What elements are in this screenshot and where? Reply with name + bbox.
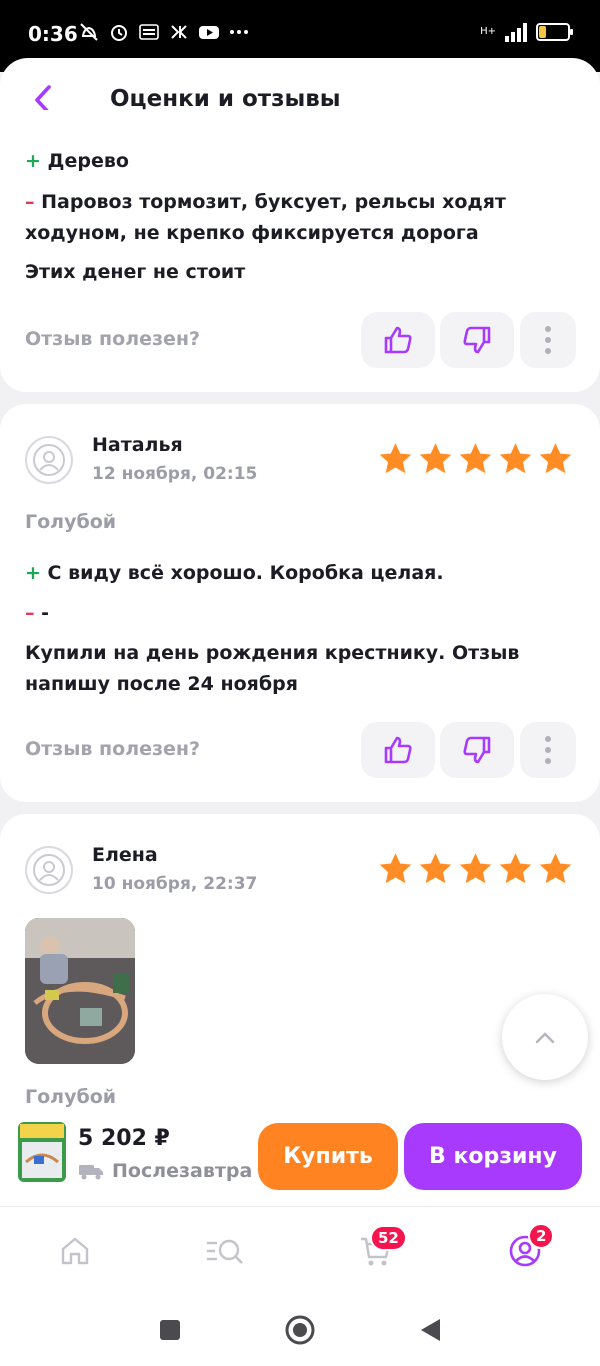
more-vertical-icon xyxy=(545,736,551,764)
yandex-icon xyxy=(171,25,187,39)
review-author: Елена xyxy=(92,844,158,866)
battery-icon: 24 xyxy=(536,23,573,41)
avatar xyxy=(25,436,73,484)
review-card: Наталья 12 ноября, 02:15 Голубой + С вид… xyxy=(0,404,600,802)
review-comment: Купили на день рождения крестнику. Отзыв xyxy=(25,642,520,664)
minus-sign: – xyxy=(25,191,35,213)
review-variant: Голубой xyxy=(25,511,117,533)
more-button[interactable] xyxy=(520,312,576,368)
circle-icon xyxy=(285,1315,315,1345)
like-button[interactable] xyxy=(361,312,435,368)
scroll-top-button[interactable] xyxy=(502,994,588,1080)
network-type: H+ xyxy=(480,26,496,37)
like-button[interactable] xyxy=(361,722,435,778)
nav-catalog[interactable] xyxy=(205,1231,245,1271)
muted-notification-icon xyxy=(80,23,98,41)
review-minus-cont: ходуном, не крепко фиксируется дорога xyxy=(25,222,479,244)
home-system-button[interactable] xyxy=(282,1312,318,1348)
buy-bar: 5 202 ₽ Послезавтра Купить В корзину xyxy=(0,1110,600,1206)
system-nav xyxy=(0,1296,600,1366)
status-icons xyxy=(78,21,250,43)
star-icon xyxy=(379,853,412,884)
review-card: Елена 10 ноября, 22:37 Голубой xyxy=(0,814,600,1134)
delivery-text: Послезавтра xyxy=(112,1160,253,1182)
dislike-button[interactable] xyxy=(440,312,514,368)
product-thumbnail[interactable] xyxy=(18,1122,66,1182)
minus-sign: – xyxy=(25,602,35,624)
app-mir-icon xyxy=(139,24,159,40)
star-icon xyxy=(539,443,572,474)
back-system-button[interactable] xyxy=(412,1312,448,1348)
user-icon xyxy=(33,854,65,886)
helpful-label: Отзыв полезен? xyxy=(25,328,201,350)
cart-badge: 52 xyxy=(370,1225,407,1251)
thumbs-up-icon xyxy=(384,326,412,354)
minus-text: Паровоз тормозит, буксует, рельсы ходят xyxy=(41,191,506,213)
review-plus: + С виду всё хорошо. Коробка целая. xyxy=(25,558,575,589)
delivery-info: Послезавтра xyxy=(78,1160,252,1182)
buy-button[interactable]: Купить xyxy=(258,1123,398,1190)
chevron-up-icon xyxy=(535,1032,555,1044)
star-icon xyxy=(499,853,532,884)
review-date: 10 ноября, 22:37 xyxy=(92,874,258,894)
plus-sign: + xyxy=(25,150,41,172)
profile-badge: 2 xyxy=(528,1223,555,1249)
star-icon xyxy=(379,443,412,474)
plus-sign: + xyxy=(25,562,41,584)
add-to-cart-button[interactable]: В корзину xyxy=(404,1123,582,1190)
battery-level: 24 xyxy=(545,25,561,39)
status-time: 0:36 xyxy=(28,22,78,46)
helpful-label: Отзыв полезен? xyxy=(25,738,201,760)
review-comment: Этих денег не стоит xyxy=(25,261,246,283)
star-icon xyxy=(539,853,572,884)
review-minus: – - xyxy=(25,598,575,629)
product-thumbnail-image xyxy=(18,1122,66,1182)
star-icon xyxy=(419,443,452,474)
page-title: Оценки и отзывы xyxy=(110,86,341,112)
product-price: 5 202 ₽ xyxy=(78,1126,170,1151)
youtube-icon xyxy=(199,26,219,39)
review-photo[interactable] xyxy=(25,918,135,1064)
nav-home[interactable] xyxy=(55,1231,95,1271)
review-comment-cont: напишу после 24 ноября xyxy=(25,673,298,695)
rating-stars xyxy=(377,851,574,887)
thumbs-up-icon xyxy=(384,736,412,764)
status-right: H+ 24 xyxy=(480,22,573,42)
review-minus: – Паровоз тормозит, буксует, рельсы ходя… xyxy=(25,187,575,218)
catalog-search-icon xyxy=(207,1239,243,1264)
thumbs-down-icon xyxy=(463,326,491,354)
star-icon xyxy=(459,853,492,884)
minus-text: - xyxy=(41,602,50,624)
star-icon xyxy=(499,443,532,474)
review-date: 12 ноября, 02:15 xyxy=(92,464,258,484)
review-author: Наталья xyxy=(92,434,183,456)
review-photo-image xyxy=(25,918,135,1064)
more-button[interactable] xyxy=(520,722,576,778)
plus-text: Дерево xyxy=(47,150,129,172)
user-icon xyxy=(33,444,65,476)
truck-icon xyxy=(79,1165,103,1180)
home-icon xyxy=(61,1237,89,1265)
dislike-button[interactable] xyxy=(440,722,514,778)
triangle-back-icon xyxy=(421,1319,440,1341)
more-notifications-icon xyxy=(230,30,248,34)
square-icon xyxy=(160,1320,180,1340)
alarm-icon xyxy=(111,25,127,41)
rating-stars xyxy=(377,441,574,477)
avatar xyxy=(25,846,73,894)
review-variant: Голубой xyxy=(25,1086,117,1108)
more-vertical-icon xyxy=(545,326,551,354)
signal-icon xyxy=(505,23,527,42)
review-plus: + Дерево xyxy=(25,146,575,177)
thumbs-down-icon xyxy=(463,736,491,764)
recent-apps-button[interactable] xyxy=(152,1312,188,1348)
star-icon xyxy=(459,443,492,474)
plus-text: С виду всё хорошо. Коробка целая. xyxy=(47,562,444,584)
review-card: + Дерево – Паровоз тормозит, буксует, ре… xyxy=(0,110,600,392)
bottom-nav: 52 2 xyxy=(0,1206,600,1296)
star-icon xyxy=(419,853,452,884)
